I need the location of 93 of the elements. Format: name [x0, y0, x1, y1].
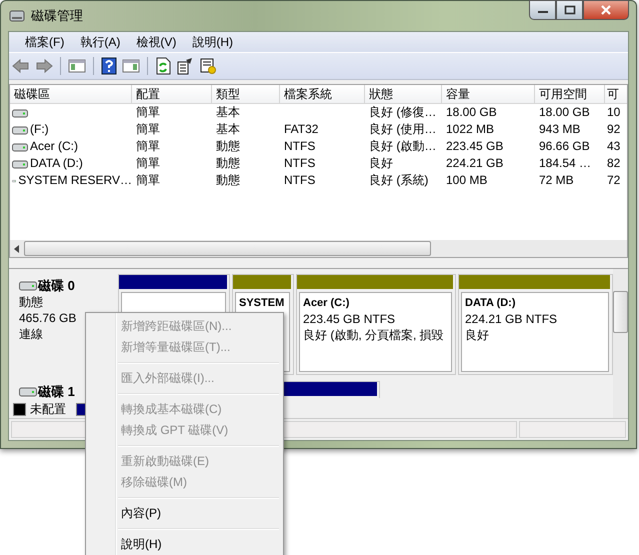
disk-drive-icon: [19, 281, 37, 291]
partition-block[interactable]: Acer (C:) 223.45 GB NTFS 良好 (啟動, 分頁檔案, 損毀: [296, 274, 456, 375]
disk-drive-icon: [9, 9, 25, 23]
help-icon[interactable]: [101, 57, 117, 75]
table-cell: 92: [607, 121, 620, 138]
table-cell: 動態: [216, 155, 240, 172]
horizontal-scrollbar[interactable]: [10, 240, 627, 257]
scroll-thumb[interactable]: [613, 291, 628, 333]
panel-icon[interactable]: [122, 58, 140, 74]
column-header[interactable]: 類型: [212, 85, 280, 103]
table-cell: 943 MB: [539, 121, 580, 138]
partition-name: Acer (C:): [303, 296, 350, 311]
disk-detail: 465.76 GB: [19, 310, 78, 326]
drive-icon: [12, 158, 28, 168]
table-cell: 82: [607, 155, 620, 172]
refresh-icon[interactable]: [155, 57, 171, 75]
table-cell: NTFS: [284, 172, 316, 189]
table-cell: 72: [607, 172, 620, 189]
settings-icon[interactable]: [199, 57, 217, 75]
column-header[interactable]: 可用空間: [535, 85, 605, 103]
scroll-thumb[interactable]: [24, 241, 431, 256]
menu-item[interactable]: 說明(H): [184, 34, 241, 50]
table-cell: NTFS: [284, 155, 316, 172]
table-cell: NTFS: [284, 138, 316, 155]
properties-icon[interactable]: [176, 57, 194, 75]
column-header[interactable]: 磁碟區: [10, 85, 132, 103]
close-icon: [600, 5, 612, 15]
disk-name: 磁碟 1: [38, 384, 75, 398]
table-cell: 良好 (啟動…: [369, 138, 436, 155]
window-title: 磁碟管理: [31, 7, 83, 25]
table-cell: 基本: [216, 104, 240, 121]
partition-name: DATA (D:): [465, 296, 516, 311]
table-cell: 良好 (修復…: [369, 104, 436, 121]
menu-item[interactable]: 執行(A): [72, 34, 128, 50]
maximize-button[interactable]: [556, 0, 583, 20]
partition-detail: 良好 (啟動, 分頁檔案, 損毀: [303, 327, 445, 343]
back-arrow-icon[interactable]: [12, 58, 30, 74]
drive-icon: [12, 108, 28, 118]
menu-item[interactable]: 說明(H): [88, 534, 281, 555]
table-cell: 18.00 GB: [446, 104, 497, 121]
table-cell: 良好: [369, 155, 393, 172]
table-cell: 動態: [216, 138, 240, 155]
drive-icon: [12, 142, 28, 152]
table-cell: 43: [607, 138, 620, 155]
table-cell: 簡單: [136, 104, 160, 121]
table-cell: 簡單: [136, 155, 160, 172]
table-cell: 18.00 GB: [539, 104, 590, 121]
column-header[interactable]: 可: [605, 85, 627, 103]
menu-item[interactable]: 檔案(F): [17, 34, 72, 50]
vertical-scrollbar[interactable]: [613, 269, 628, 418]
partition-detail: 良好: [465, 327, 490, 343]
table-cell: DATA (D:): [30, 155, 83, 172]
table-cell: 1022 MB: [446, 121, 494, 138]
table-cell: 10: [607, 104, 620, 121]
table-cell: 簡單: [136, 172, 160, 189]
drive-icon: [12, 124, 28, 134]
menu-item[interactable]: 檢視(V): [128, 34, 184, 50]
table-cell: FAT32: [284, 121, 318, 138]
table-cell: 動態: [216, 172, 240, 189]
disk-detail: 動態: [19, 294, 44, 310]
minimize-button[interactable]: [529, 0, 556, 20]
panel-icon[interactable]: [68, 58, 86, 74]
close-button[interactable]: [583, 0, 629, 20]
table-cell: 72 MB: [539, 172, 574, 189]
table-cell: 簡單: [136, 138, 160, 155]
table-cell: 基本: [216, 121, 240, 138]
column-header[interactable]: 容量: [442, 85, 535, 103]
table-cell: (F:): [30, 121, 49, 138]
disk-detail: 連線: [19, 326, 44, 342]
maximize-icon: [564, 5, 576, 15]
table-cell: 良好 (使用…: [369, 121, 436, 138]
column-header[interactable]: 檔案系統: [280, 85, 365, 103]
table-cell: 96.66 GB: [539, 138, 590, 155]
partition-detail: 224.21 GB NTFS: [465, 311, 558, 327]
table-cell: 223.45 GB: [446, 138, 504, 155]
table-cell: SYSTEM RESERV…: [18, 172, 132, 189]
table-cell: 184.54 …: [539, 155, 592, 172]
menu-item[interactable]: 內容(P): [88, 503, 281, 524]
table-cell: 100 MB: [446, 172, 488, 189]
partition-name: SYSTEM: [239, 296, 286, 311]
forward-arrow-icon[interactable]: [35, 58, 53, 74]
column-header[interactable]: 狀態: [365, 85, 442, 103]
partition-detail: 223.45 GB NTFS: [303, 311, 396, 327]
scroll-left-arrow-icon[interactable]: [14, 244, 20, 252]
disk-name: 磁碟 0: [38, 278, 75, 294]
column-header[interactable]: 配置: [132, 85, 212, 103]
table-cell: 良好 (系統): [369, 172, 428, 189]
disk-drive-icon: [19, 387, 37, 397]
legend-label: 未配置: [30, 401, 66, 418]
table-cell: Acer (C:): [30, 138, 78, 155]
partition-block[interactable]: DATA (D:) 224.21 GB NTFS 良好: [458, 274, 613, 375]
table-cell: 224.21 GB: [446, 155, 504, 172]
table-cell: 簡單: [136, 121, 160, 138]
